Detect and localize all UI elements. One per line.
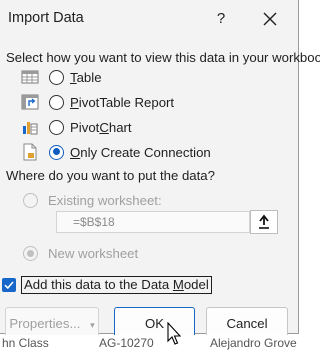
- location-prompt: Where do you want to put the data?: [6, 168, 215, 183]
- existing-worksheet-label: Existing worksheet:: [48, 192, 162, 208]
- dropdown-arrow-icon: ▾: [90, 320, 95, 330]
- option-pivotchart[interactable]: PivotChart: [20, 117, 132, 137]
- connection-icon: [20, 142, 40, 162]
- close-button[interactable]: [255, 4, 285, 34]
- table-radio[interactable]: [49, 69, 64, 85]
- collapse-reference-button[interactable]: [250, 210, 278, 234]
- data-model-label: Add this data to the Data Model: [21, 275, 212, 294]
- checkmark-icon: [4, 280, 14, 289]
- pivotchart-radio[interactable]: [49, 119, 64, 135]
- option-only-connection-label: Only Create Connection: [70, 144, 211, 160]
- new-worksheet-label: New worksheet: [48, 245, 139, 261]
- background-cell: Alejandro Grove: [210, 336, 297, 350]
- dialog-title: Import Data: [8, 10, 84, 26]
- option-table-label: Table: [70, 69, 102, 85]
- option-pivottable-label: PivotTable Report: [70, 94, 175, 110]
- option-table[interactable]: Table: [20, 67, 102, 87]
- help-button[interactable]: ?: [208, 6, 234, 32]
- option-pivottable[interactable]: PivotTable Report: [20, 92, 174, 112]
- data-model-checkbox[interactable]: [2, 277, 16, 292]
- option-only-connection[interactable]: Only Create Connection: [20, 142, 211, 162]
- option-new-worksheet[interactable]: New worksheet: [20, 243, 138, 263]
- import-data-dialog: Import Data ? Select how you want to vie…: [0, 0, 320, 340]
- background-cell: AG-10270: [99, 336, 154, 350]
- new-worksheet-radio[interactable]: [23, 245, 38, 261]
- pivottable-icon: [20, 92, 40, 112]
- background-cell: hn Class: [2, 336, 49, 350]
- option-existing-worksheet[interactable]: Existing worksheet:: [20, 190, 162, 210]
- background-sheet-row: hn Class AG-10270 Alejandro Grove: [0, 335, 300, 350]
- close-icon: [263, 12, 277, 26]
- view-prompt: Select how you want to view this data in…: [6, 50, 320, 65]
- only-connection-radio[interactable]: [49, 144, 64, 160]
- collapse-dialog-icon: [259, 214, 269, 229]
- data-model-option[interactable]: Add this data to the Data Model: [2, 275, 212, 294]
- dialog-titlebar: Import Data ?: [0, 0, 298, 38]
- pivottable-radio[interactable]: [49, 94, 64, 110]
- properties-button-label: Properties...: [9, 316, 81, 331]
- existing-worksheet-radio[interactable]: [23, 192, 38, 208]
- option-pivotchart-label: PivotChart: [70, 119, 132, 135]
- pivotchart-icon: [20, 117, 40, 137]
- cell-reference-input[interactable]: =$B$18: [56, 211, 250, 233]
- table-icon: [20, 67, 40, 87]
- mouse-cursor-icon: [167, 322, 182, 345]
